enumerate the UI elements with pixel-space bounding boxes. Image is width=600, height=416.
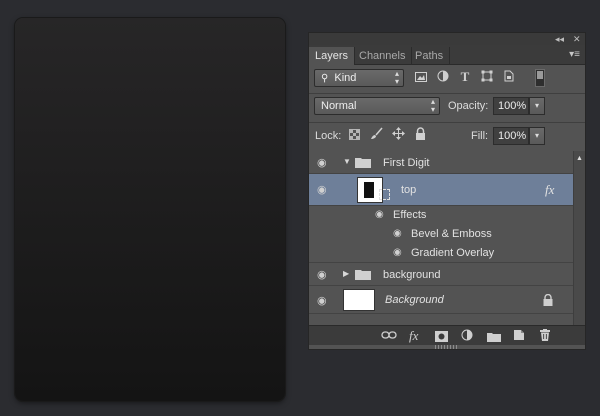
lock-row: Lock: Fill: 100% ▾ [309, 124, 585, 150]
new-group-icon[interactable] [487, 330, 501, 346]
layer-row-group[interactable]: ◉ ▼ First Digit [309, 151, 573, 174]
visibility-eye-icon[interactable]: ◉ [317, 268, 327, 281]
tab-layers[interactable]: Layers [309, 47, 356, 65]
effect-row-gradient[interactable]: ◉ Gradient Overlay [309, 244, 573, 263]
effects-label: Effects [393, 209, 427, 221]
fill-input[interactable]: 100% [493, 127, 529, 145]
effects-row[interactable]: ◉ Effects [309, 206, 573, 225]
vector-mask-icon [379, 189, 390, 200]
lock-icon [543, 293, 553, 309]
kind-filter-label: Kind [334, 72, 357, 84]
effect-name: Gradient Overlay [411, 247, 495, 259]
blend-mode-dropdown[interactable]: Normal ▴ ▾ [314, 97, 440, 115]
lock-brush-icon[interactable] [369, 127, 383, 144]
updown-arrow-icon: ▴ ▾ [394, 69, 399, 86]
blend-mode-value: Normal [321, 100, 357, 112]
adjustment-filter-icon[interactable] [435, 70, 451, 86]
divider [309, 93, 585, 94]
fx-icon[interactable]: fx [545, 182, 554, 198]
updown-arrow-icon: ▴ ▾ [430, 97, 435, 114]
filter-row: ⚲ Kind ▴ ▾ T [309, 66, 585, 92]
layers-panel: ◂◂ ✕ Layers Channels Paths ▾≡ ⚲ Kind ▴ ▾ … [308, 32, 586, 350]
blend-row: Normal ▴ ▾ Opacity: 100% ▾ [309, 95, 585, 121]
fill-label: Fill: [471, 130, 489, 142]
folder-icon [355, 268, 371, 283]
lock-all-icon[interactable] [413, 127, 427, 144]
layer-name: First Digit [383, 157, 430, 169]
new-adjustment-icon[interactable] [461, 329, 473, 345]
panel-menu-icon[interactable]: ▾≡ [569, 49, 580, 60]
layer-name: top [401, 184, 417, 196]
new-layer-icon[interactable] [513, 329, 525, 345]
visibility-eye-icon[interactable]: ◉ [375, 209, 384, 220]
smart-object-filter-icon[interactable] [501, 70, 517, 86]
layer-thumbnail [343, 289, 375, 311]
panel-footer: fx [309, 325, 585, 345]
scroll-up-arrow-icon[interactable]: ▲ [576, 155, 583, 162]
visibility-eye-icon[interactable]: ◉ [317, 156, 327, 169]
opacity-label: Opacity: [448, 100, 489, 112]
toggle-filter-icon[interactable] [535, 69, 545, 87]
delete-layer-icon[interactable] [539, 329, 551, 345]
add-style-fx-icon[interactable]: fx [409, 328, 418, 344]
visibility-eye-icon[interactable]: ◉ [317, 183, 327, 196]
layer-row-selected[interactable]: ◉ top fx [309, 174, 573, 206]
image-filter-icon[interactable] [413, 70, 429, 86]
lock-label: Lock: [315, 130, 342, 142]
opacity-slider-button[interactable]: ▾ [529, 97, 545, 115]
collapse-icon[interactable]: ◂◂ [555, 33, 564, 45]
kind-filter-dropdown[interactable]: ⚲ Kind ▴ ▾ [314, 69, 404, 87]
layer-name: background [383, 269, 441, 281]
tab-paths[interactable]: Paths [409, 47, 451, 65]
panel-tabs: Layers Channels Paths ▾≡ [309, 45, 585, 65]
type-filter-icon[interactable]: T [457, 69, 473, 85]
layer-row-background[interactable]: ◉ Background [309, 286, 573, 314]
folder-icon [355, 156, 371, 171]
lock-move-icon[interactable] [391, 127, 405, 144]
visibility-eye-icon[interactable]: ◉ [317, 294, 327, 307]
tab-channels[interactable]: Channels [353, 47, 413, 65]
effect-row-bevel[interactable]: ◉ Bevel & Emboss [309, 225, 573, 244]
layer-name: Background [385, 294, 444, 306]
group-collapsed-arrow-icon[interactable]: ▶ [343, 269, 349, 278]
shape-filter-icon[interactable] [479, 70, 495, 86]
group-expanded-arrow-icon[interactable]: ▼ [343, 157, 351, 166]
link-layers-icon[interactable] [381, 328, 397, 344]
divider [309, 122, 585, 123]
lock-transparent-icon[interactable] [347, 128, 361, 144]
layer-row-group[interactable]: ◉ ▶ background [309, 263, 573, 286]
opacity-input[interactable]: 100% [493, 97, 529, 115]
layers-scrollbar[interactable]: ▲ [573, 151, 585, 325]
visibility-eye-icon[interactable]: ◉ [393, 228, 402, 239]
close-icon[interactable]: ✕ [573, 33, 581, 45]
search-icon: ⚲ [321, 73, 329, 84]
visibility-eye-icon[interactable]: ◉ [393, 247, 402, 258]
layers-list: ◉ ▼ First Digit ◉ top fx ◉ Effects ◉ Bev… [309, 151, 573, 325]
fill-slider-button[interactable]: ▾ [529, 127, 545, 145]
panel-titlebar: ◂◂ ✕ [309, 33, 585, 45]
resize-grip[interactable] [435, 345, 457, 349]
effect-name: Bevel & Emboss [411, 228, 492, 240]
add-mask-icon[interactable] [435, 330, 448, 346]
document-canvas[interactable] [15, 18, 285, 401]
